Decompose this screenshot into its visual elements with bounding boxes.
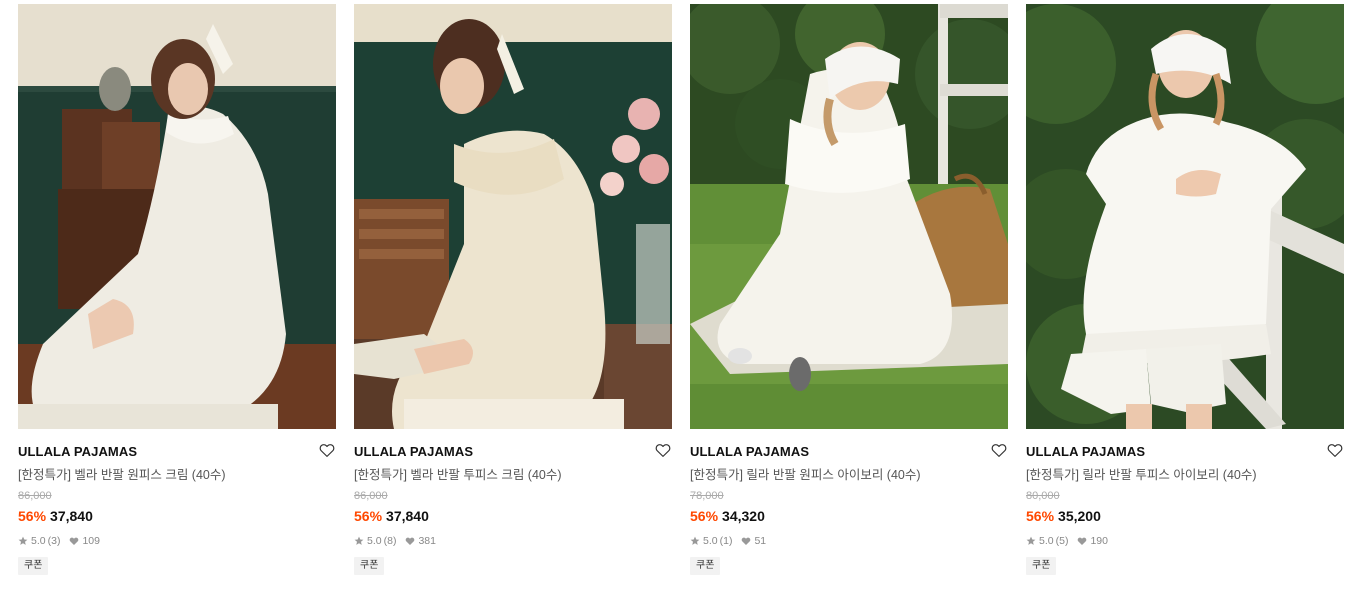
star-icon <box>1026 536 1036 546</box>
original-price: 86,000 <box>354 490 388 502</box>
sale-price: 35,200 <box>1058 508 1101 524</box>
product-card[interactable]: ULLALA PAJAMAS [한정특가] 릴라 반팔 투피스 아이보리 (40… <box>1026 4 1344 575</box>
product-image[interactable] <box>690 4 1008 429</box>
review-count: (8) <box>383 535 397 547</box>
discount-rate: 56% <box>354 508 383 524</box>
heart-filled-icon <box>405 536 415 546</box>
sale-price: 37,840 <box>386 508 429 524</box>
original-price: 80,000 <box>1026 490 1060 502</box>
discount-rate: 56% <box>690 508 719 524</box>
heart-outline-icon[interactable] <box>318 441 336 459</box>
brand-name[interactable]: ULLALA PAJAMAS <box>354 444 672 460</box>
heart-outline-icon[interactable] <box>1326 441 1344 459</box>
discount-rate: 56% <box>1026 508 1055 524</box>
product-stats: 5.0 (8) 381 <box>354 534 672 548</box>
discount-rate: 56% <box>18 508 47 524</box>
product-card[interactable]: ULLALA PAJAMAS [한정특가] 릴라 반팔 원피스 아이보리 (40… <box>690 4 1008 575</box>
like-count: 190 <box>1090 535 1108 547</box>
like-count: 381 <box>418 535 436 547</box>
product-name[interactable]: [한정특가] 릴라 반팔 투피스 아이보리 (40수) <box>1026 467 1344 483</box>
product-image[interactable] <box>354 4 672 429</box>
product-image[interactable] <box>18 4 336 429</box>
coupon-badge: 쿠폰 <box>690 557 721 575</box>
original-price: 78,000 <box>690 490 724 502</box>
product-stats: 5.0 (3) 109 <box>18 534 336 548</box>
review-count: (5) <box>1055 535 1069 547</box>
product-name[interactable]: [한정특가] 벨라 반팔 원피스 크림 (40수) <box>18 467 336 483</box>
like-count: 51 <box>754 535 767 547</box>
price-row: 56% 35,200 <box>1026 507 1344 525</box>
sale-price: 37,840 <box>50 508 93 524</box>
rating-value: 5.0 <box>1039 535 1054 547</box>
product-image[interactable] <box>1026 4 1344 429</box>
price-row: 56% 34,320 <box>690 507 1008 525</box>
product-stats: 5.0 (1) 51 <box>690 534 1008 548</box>
coupon-badge: 쿠폰 <box>18 557 49 575</box>
heart-filled-icon <box>69 536 79 546</box>
product-card[interactable]: ULLALA PAJAMAS [한정특가] 벨라 반팔 원피스 크림 (40수)… <box>18 4 336 575</box>
heart-outline-icon[interactable] <box>990 441 1008 459</box>
brand-name[interactable]: ULLALA PAJAMAS <box>1026 444 1344 460</box>
brand-name[interactable]: ULLALA PAJAMAS <box>18 444 336 460</box>
price-row: 56% 37,840 <box>18 507 336 525</box>
product-name[interactable]: [한정특가] 릴라 반팔 원피스 아이보리 (40수) <box>690 467 1008 483</box>
product-name[interactable]: [한정특가] 벨라 반팔 투피스 크림 (40수) <box>354 467 672 483</box>
star-icon <box>354 536 364 546</box>
heart-outline-icon[interactable] <box>654 441 672 459</box>
coupon-badge: 쿠폰 <box>1026 557 1057 575</box>
rating-value: 5.0 <box>31 535 46 547</box>
review-count: (3) <box>47 535 61 547</box>
brand-name[interactable]: ULLALA PAJAMAS <box>690 444 1008 460</box>
star-icon <box>18 536 28 546</box>
heart-filled-icon <box>741 536 751 546</box>
coupon-badge: 쿠폰 <box>354 557 385 575</box>
product-grid: ULLALA PAJAMAS [한정특가] 벨라 반팔 원피스 크림 (40수)… <box>0 0 1346 596</box>
review-count: (1) <box>719 535 733 547</box>
price-row: 56% 37,840 <box>354 507 672 525</box>
original-price: 86,000 <box>18 490 52 502</box>
product-card[interactable]: ULLALA PAJAMAS [한정특가] 벨라 반팔 투피스 크림 (40수)… <box>354 4 672 575</box>
like-count: 109 <box>82 535 100 547</box>
heart-filled-icon <box>1077 536 1087 546</box>
rating-value: 5.0 <box>367 535 382 547</box>
sale-price: 34,320 <box>722 508 765 524</box>
rating-value: 5.0 <box>703 535 718 547</box>
star-icon <box>690 536 700 546</box>
product-stats: 5.0 (5) 190 <box>1026 534 1344 548</box>
